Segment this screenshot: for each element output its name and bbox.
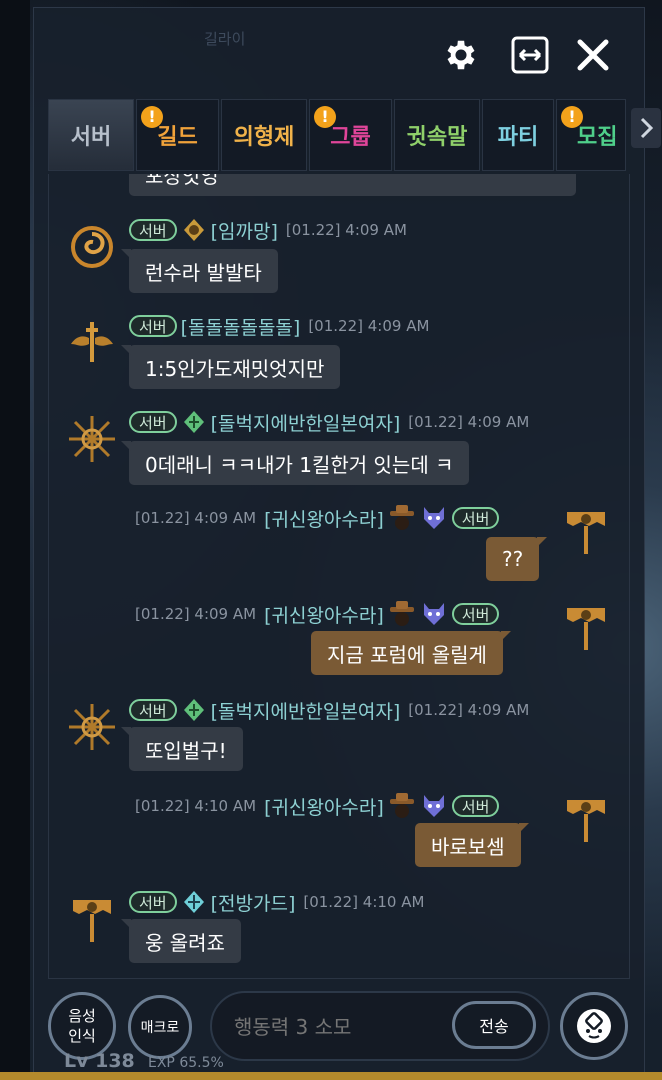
channel-tag: 서버 [129, 315, 177, 337]
message-bubble: 또입벌구! [121, 727, 243, 771]
timestamp: [01.22] 4:09 AM [408, 413, 530, 431]
hat-character-icon [388, 601, 416, 627]
demon-mask-icon [420, 793, 448, 819]
channel-tag: 서버 [451, 795, 500, 817]
channel-tag: 서버 [451, 603, 500, 625]
star-compass-emblem-icon [67, 414, 117, 464]
settings-button[interactable] [440, 34, 482, 76]
guild-crest-icon [181, 697, 207, 723]
channel-tag: 서버 [129, 699, 177, 721]
send-label: 전송 [479, 1017, 509, 1036]
channel-tag: 서버 [129, 219, 177, 241]
banner-emblem-icon [561, 506, 611, 556]
tab-label: 모집 [577, 125, 618, 150]
sender-name[interactable]: [임까망] [211, 217, 278, 244]
notification-badge: ! [561, 106, 583, 128]
sender-name[interactable]: [귀신왕아수라] [264, 601, 384, 628]
message-bubble: 1:5인가도재밋엇지만 [120, 345, 341, 389]
send-button[interactable]: 전송 [452, 1001, 536, 1049]
chat-message-list[interactable]: 포상잇엉 서버 [임까망] [01.22] 4:09 AM 런수라 발발타 서버… [48, 174, 630, 979]
close-button[interactable] [572, 34, 614, 76]
star-compass-emblem-icon [67, 702, 117, 752]
tab-scroll-button[interactable] [631, 108, 661, 148]
timestamp: [01.22] 4:09 AM [408, 701, 530, 719]
tab-label: 귓속말 [406, 125, 468, 150]
timestamp: [01.22] 4:09 AM [308, 317, 430, 335]
banner-emblem-icon [561, 602, 611, 652]
panel-faint-header: 길라이 [204, 30, 246, 48]
tab-label: 파티 [497, 125, 539, 150]
message-bubble: 런수라 발발타 [121, 249, 278, 293]
hat-character-icon [388, 505, 416, 531]
notification-badge: ! [141, 106, 163, 128]
close-icon [577, 39, 609, 71]
message-bubble: 웅 올려죠 [121, 919, 241, 963]
channel-tag: 서버 [451, 507, 500, 529]
message-bubble: ?? [486, 537, 548, 581]
player-level: Lv 138 [64, 1050, 135, 1072]
sender-name[interactable]: [돌돌돌돌돌돌] [181, 313, 301, 340]
player-exp: EXP 65.5% [148, 1055, 224, 1071]
tab-party[interactable]: 파티 [482, 99, 554, 171]
tab-recruit[interactable]: ! 모집 [556, 99, 626, 171]
message-bubble: 바로보셈 [415, 823, 529, 867]
channel-tag: 서버 [129, 891, 177, 913]
demon-mask-icon [420, 505, 448, 531]
guild-crest-icon [181, 889, 207, 915]
demon-mask-icon [420, 601, 448, 627]
gear-icon [447, 40, 475, 70]
screen-left-edge [0, 0, 30, 1080]
sender-name[interactable]: [돌벅지에반한일본여자] [211, 409, 401, 436]
tab-guild[interactable]: ! 길드 [136, 99, 219, 171]
macro-label: 매크로 [140, 1020, 180, 1036]
timestamp: [01.22] 4:10 AM [135, 797, 257, 815]
emoji-button[interactable] [560, 992, 628, 1060]
expand-icon [511, 36, 549, 74]
emoji-icon [577, 1009, 611, 1043]
banner-emblem-icon [67, 894, 117, 944]
swirl-emblem-icon [67, 222, 117, 272]
tab-label: 의형제 [233, 125, 295, 150]
tab-label: 길드 [157, 125, 198, 150]
hat-character-icon [388, 793, 416, 819]
tab-brothers[interactable]: 의형제 [221, 99, 307, 171]
message-bubble: 지금 포럼에 올릴게 [311, 631, 511, 675]
banner-emblem-icon [561, 794, 611, 844]
chat-input[interactable] [232, 1011, 436, 1043]
sender-name[interactable]: [전방가드] [211, 889, 296, 916]
macro-button[interactable]: 매크로 [128, 995, 192, 1059]
channel-tag: 서버 [129, 411, 177, 433]
message-bubble: 포상잇엉 [129, 174, 576, 196]
timestamp: [01.22] 4:09 AM [285, 221, 407, 239]
guild-crest-icon [181, 409, 207, 435]
message-bubble: 0데래니 ㅋㅋ내가 1킬한거 잇는데 ㅋ [120, 441, 470, 485]
expand-button[interactable] [509, 34, 551, 76]
timestamp: [01.22] 4:09 AM [135, 509, 257, 527]
tab-whisper[interactable]: 귓속말 [394, 99, 480, 171]
chevron-right-icon [640, 117, 654, 139]
tab-label: 그룹 [330, 125, 371, 150]
voice-recognition-label: 음성 인식 [68, 1007, 96, 1045]
notification-badge: ! [314, 106, 336, 128]
winged-sword-emblem-icon [67, 318, 117, 368]
exp-bar [0, 1072, 662, 1080]
sender-name[interactable]: [귀신왕아수라] [264, 793, 384, 820]
tab-label: 서버 [70, 125, 112, 150]
timestamp: [01.22] 4:10 AM [303, 893, 425, 911]
sender-name[interactable]: [귀신왕아수라] [264, 505, 384, 532]
tab-server[interactable]: 서버 [48, 99, 134, 171]
guild-crest-icon [181, 217, 207, 243]
timestamp: [01.22] 4:09 AM [135, 605, 257, 623]
sender-name[interactable]: [돌벅지에반한일본여자] [211, 697, 401, 724]
channel-tabs: 서버 ! 길드 의형제 ! 그룹 귓속말 파티 ! 모집 [48, 99, 628, 173]
tab-group[interactable]: ! 그룹 [309, 99, 392, 171]
